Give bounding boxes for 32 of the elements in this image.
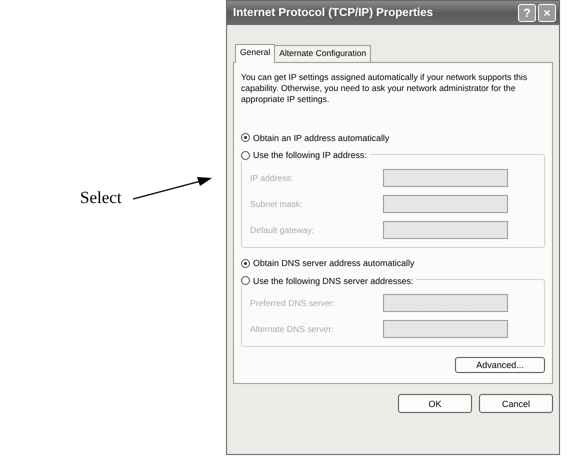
radio-button[interactable]: Use the following IP address: [241,150,370,161]
octet-separator: . [470,324,473,334]
field-label: Subnet mask: [250,198,303,209]
octet-separator: . [470,298,473,308]
tab[interactable]: Alternate Configuration [274,45,372,62]
octet-separator: . [470,199,473,208]
octet-separator: . [418,298,420,308]
radio-button[interactable]: Use the following DNS server addresses: [241,275,416,286]
radio-button[interactable]: Obtain an IP address automatically [241,132,545,144]
octet-separator: . [470,225,473,234]
callout-label: Select [80,188,122,208]
octet-separator: . [444,173,447,182]
field-label: IP address: [250,172,294,183]
tab[interactable]: General [235,44,276,63]
octet-separator: . [418,199,420,208]
octet-separator: . [444,298,447,308]
advanced-button[interactable]: Advanced... [455,357,545,373]
field-label: Alternate DNS server: [250,324,334,334]
octet-separator: . [418,173,420,182]
window-title: Internet Protocol (TCP/IP) Properties [233,7,434,19]
radio-button[interactable]: Obtain DNS server address automatically [241,258,545,269]
octet-separator: . [470,173,473,182]
octet-separator: . [418,225,420,234]
octet-separator: . [418,324,420,334]
field-label: Default gateway: [250,224,314,235]
octet-separator: . [444,324,447,334]
octet-separator: . [444,225,447,234]
field-label: Preferred DNS server: [250,298,336,308]
description-text: You can get IP settings assigned automatically if your network supports this capability. Otherwise, you need to ask your network administrator for the appropriate IP settings. [241,72,528,105]
dialog-button[interactable]: OK [398,394,472,413]
octet-separator: . [444,199,447,208]
dialog-button[interactable]: Cancel [479,394,553,413]
